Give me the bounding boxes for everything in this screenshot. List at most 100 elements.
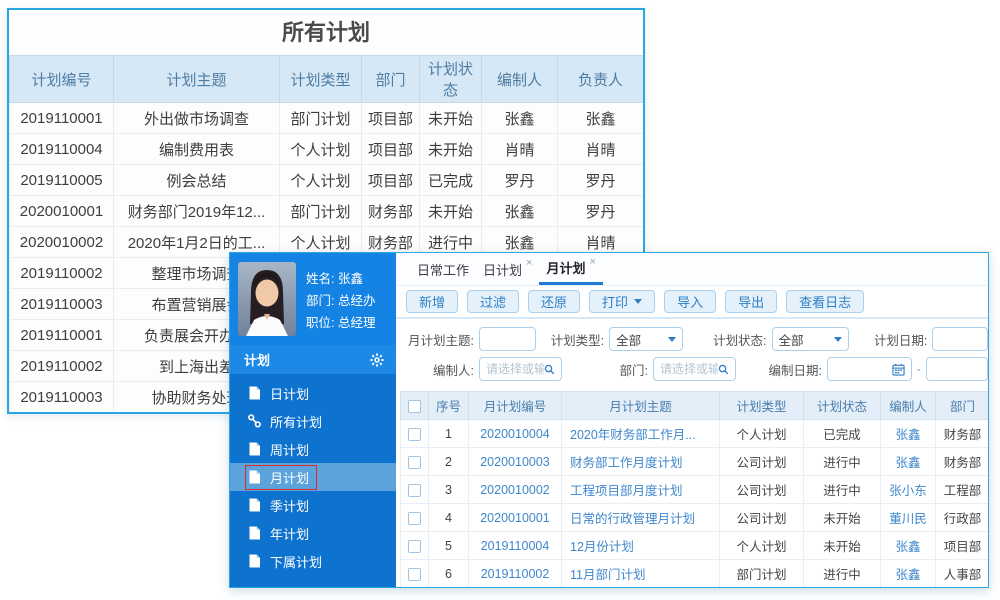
filter-button[interactable]: 过滤 [467, 290, 520, 313]
row-checkbox[interactable] [408, 483, 421, 497]
calendar-icon[interactable] [892, 363, 905, 376]
creator-link[interactable]: 董川民 [880, 503, 936, 532]
cell: 肖晴 [557, 133, 643, 165]
tab-day-plan[interactable]: 日计划 × [476, 253, 539, 285]
table-row[interactable]: 5201911000412月份计划个人计划未开始张鑫项目部张鑫 [400, 531, 988, 560]
cell: 项目部 [361, 164, 420, 196]
row-checkbox[interactable] [408, 511, 421, 525]
tab-month-plan[interactable]: 月计划 × [539, 253, 603, 285]
plan-subject-link[interactable]: 12月份计划 [561, 531, 720, 560]
add-button[interactable]: 新增 [406, 290, 459, 313]
plan-subject-link[interactable]: 11月部门计划 [561, 559, 720, 587]
select-all-checkbox[interactable] [408, 399, 421, 413]
filter-row-1: 月计划主题: 计划类型: 全部 计划状态: 全部 计划日期: [396, 324, 988, 354]
print-button[interactable]: 打印 [589, 290, 656, 313]
file-icon [249, 526, 260, 540]
creator-link[interactable]: 张小东 [880, 475, 936, 504]
close-icon[interactable]: × [526, 258, 532, 269]
creator-link[interactable]: 张鑫 [880, 447, 936, 476]
plan-code-link[interactable]: 2020010003 [468, 447, 562, 476]
creator-link[interactable]: 张鑫 [880, 419, 936, 448]
all-plans-title: 所有计划 [9, 10, 643, 55]
plan-type: 个人计划 [719, 531, 804, 560]
import-button[interactable]: 导入 [664, 290, 717, 313]
view-log-button[interactable]: 查看日志 [786, 290, 865, 313]
plan-subject-link[interactable]: 2020年财务部工作月... [561, 419, 720, 448]
plan-type-select[interactable]: 全部 [609, 327, 683, 351]
plan-code-link[interactable]: 2019110004 [468, 531, 562, 560]
left-panel: 姓名: 张鑫 部门: 总经办 职位: 总经理 计划 日计划 所有计划 周计划 月… [230, 253, 396, 587]
tab-daily-work[interactable]: 日常工作 [410, 253, 476, 285]
sidebar-item-year-plan[interactable]: 年计划 [230, 519, 396, 547]
table-row[interactable]: 2020010001 财务部门2019年12... 部门计划 财务部 未开始 张鑫 罗丹 [9, 195, 643, 227]
chevron-down-icon [667, 336, 676, 342]
table-row[interactable]: 2019110005 例会总结 个人计划 项目部 已完成 罗丹 罗丹 [9, 164, 643, 196]
gear-icon[interactable] [370, 352, 384, 367]
close-icon[interactable]: × [589, 256, 595, 267]
row-checkbox[interactable] [408, 567, 421, 581]
export-button[interactable]: 导出 [725, 290, 778, 313]
table-row[interactable]: 22020010003财务部工作月度计划公司计划进行中张鑫财务部张鑫 [400, 447, 988, 476]
plan-type: 公司计划 [719, 475, 804, 504]
table-row[interactable]: 2019110004 编制费用表 个人计划 项目部 未开始 肖晴 肖晴 [9, 133, 643, 165]
sidebar-item-subordinate-plan[interactable]: 下属计划 [230, 547, 396, 575]
row-checkbox[interactable] [408, 427, 421, 441]
subject-input[interactable] [479, 327, 537, 351]
filter-row-2: 编制人: 部门: 编制日期: - [396, 354, 988, 384]
row-checkbox[interactable] [408, 539, 421, 553]
sidebar-item-inner: 周计划 [246, 438, 316, 461]
creator-input[interactable] [479, 357, 562, 381]
reset-button[interactable]: 还原 [528, 290, 581, 313]
search-input[interactable] [486, 362, 545, 376]
file-icon [249, 554, 260, 568]
avatar [238, 262, 296, 336]
sidebar-item-month-plan[interactable]: 月计划 [230, 463, 396, 491]
table-row[interactable]: 32020010002工程项目部月度计划公司计划进行中张小东工程部张小东 [400, 475, 988, 504]
text-input[interactable] [939, 332, 981, 346]
column-header: 部门 [935, 391, 988, 420]
column-header: 计划状态 [419, 55, 482, 103]
text-input[interactable] [486, 332, 530, 346]
profile-department: 部门: 总经办 [306, 293, 376, 308]
table-row[interactable]: 120200100042020年财务部工作月...个人计划已完成张鑫财务部张鑫 [400, 419, 988, 448]
search-icon[interactable] [718, 363, 729, 376]
plan-subject-link[interactable]: 财务部工作月度计划 [561, 447, 720, 476]
create-date-end-input[interactable] [925, 357, 988, 381]
sidebar-item-all-plans[interactable]: 所有计划 [230, 407, 396, 435]
page: 所有计划 计划编号 计划主题 计划类型 部门 计划状态 编制人 负责人 2019110001… [0, 0, 1000, 600]
cell: 2019110001 [9, 319, 114, 351]
sidebar-item-label: 日计划 [270, 386, 310, 402]
table-row[interactable]: 6201911000211月部门计划部门计划进行中张鑫人事部罗毅 [400, 559, 988, 587]
cell: 财务部门2019年12... [113, 195, 280, 227]
search-input[interactable] [660, 362, 719, 376]
table-row[interactable]: 2019110001 外出做市场调查 部门计划 项目部 未开始 张鑫 张鑫 [9, 102, 643, 134]
cell: 编制费用表 [113, 133, 280, 165]
plan-status-select[interactable]: 全部 [771, 327, 850, 351]
creator-link[interactable]: 张鑫 [880, 531, 936, 560]
department-input[interactable] [653, 357, 736, 381]
monthly-plan-window: 姓名: 张鑫 部门: 总经办 职位: 总经理 计划 日计划 所有计划 周计划 月… [229, 252, 989, 588]
table-row[interactable]: 42020010001日常的行政管理月计划公司计划未开始董川民行政部董川民 [400, 503, 988, 532]
column-header: 计划类型 [719, 391, 804, 420]
plan-code-link[interactable]: 2019110002 [468, 559, 562, 587]
plan-status: 已完成 [803, 419, 881, 448]
create-date-start-input[interactable] [827, 357, 912, 381]
row-checkbox[interactable] [408, 455, 421, 469]
plan-subject-link[interactable]: 工程项目部月度计划 [561, 475, 720, 504]
column-header: 序号 [428, 391, 469, 420]
plan-type-label: 计划类型: [550, 333, 605, 348]
plan-status: 未开始 [803, 531, 881, 560]
plan-date-input[interactable] [932, 327, 988, 351]
cell: 张鑫 [481, 195, 558, 227]
plan-subject-link[interactable]: 日常的行政管理月计划 [561, 503, 720, 532]
search-icon[interactable] [544, 363, 555, 376]
column-header: 部门 [361, 55, 420, 103]
sidebar-item-day-plan[interactable]: 日计划 [230, 379, 396, 407]
plan-code-link[interactable]: 2020010004 [468, 419, 562, 448]
creator-link[interactable]: 张鑫 [880, 559, 936, 587]
sidebar-item-week-plan[interactable]: 周计划 [230, 435, 396, 463]
plan-code-link[interactable]: 2020010002 [468, 475, 562, 504]
column-header: 负责人 [557, 55, 643, 103]
plan-code-link[interactable]: 2020010001 [468, 503, 562, 532]
sidebar-item-quarter-plan[interactable]: 季计划 [230, 491, 396, 519]
